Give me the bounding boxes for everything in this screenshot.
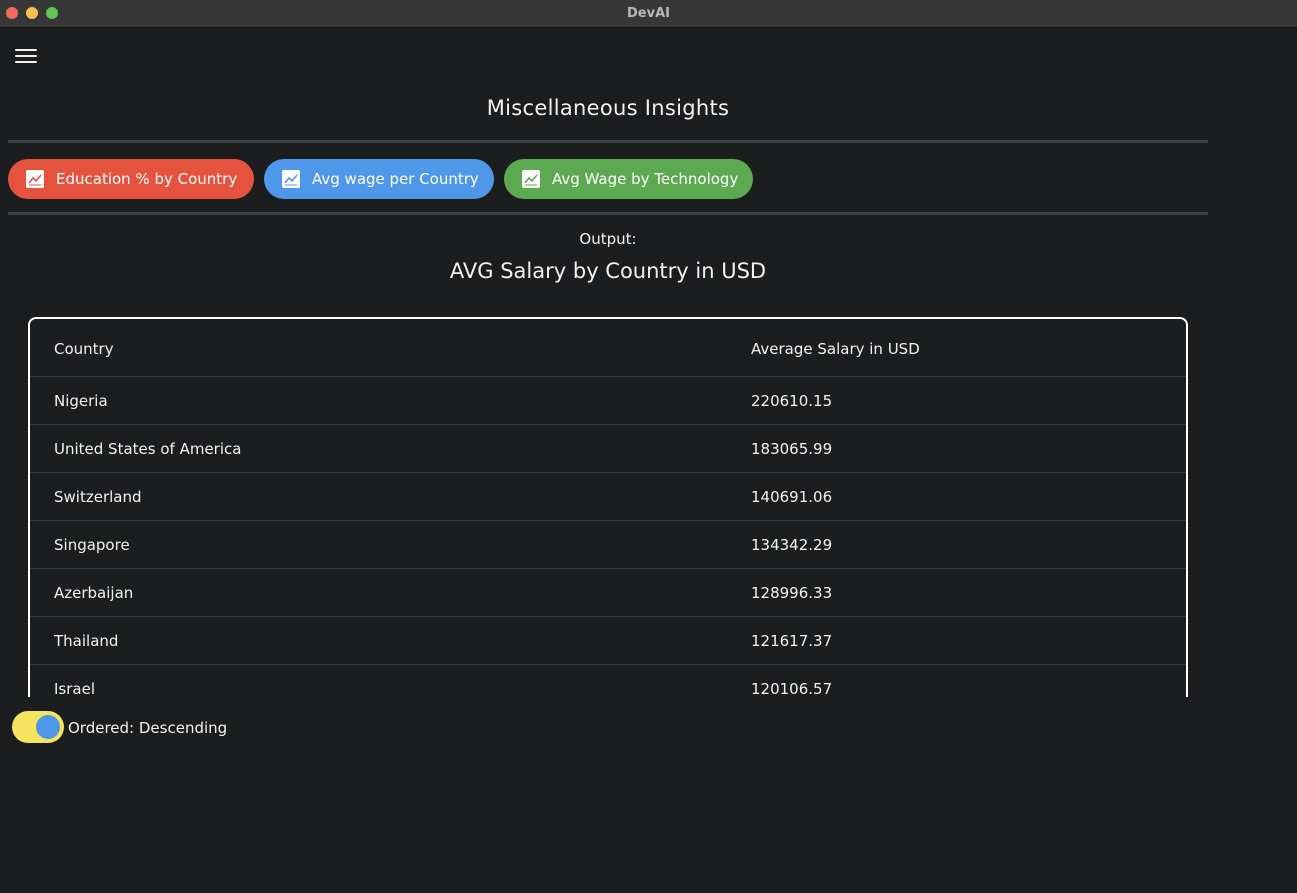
salary-cell: 183065.99 (751, 440, 833, 458)
divider (8, 212, 1208, 215)
order-toggle[interactable] (12, 711, 64, 743)
table-row[interactable]: Singapore 134342.29 (30, 521, 1186, 569)
salary-cell: 140691.06 (751, 488, 833, 506)
chart-icon (282, 170, 300, 188)
tab-label: Avg Wage by Technology (552, 170, 739, 188)
tab-avg-wage-by-technology[interactable]: Avg Wage by Technology (504, 159, 753, 199)
window-title: DevAI (627, 6, 670, 21)
hamburger-menu-icon[interactable] (14, 46, 38, 66)
order-toggle-label: Ordered: Descending (68, 719, 228, 737)
tab-label: Avg wage per Country (312, 170, 479, 188)
salary-cell: 120106.57 (751, 680, 833, 697)
divider (8, 140, 1208, 143)
table-header-row: Country Average Salary in USD (30, 319, 1186, 377)
page-title: Miscellaneous Insights (486, 96, 730, 120)
country-cell: Azerbaijan (54, 584, 134, 602)
salary-cell: 128996.33 (751, 584, 833, 602)
toggle-knob (36, 715, 60, 739)
table-row[interactable]: Nigeria 220610.15 (30, 377, 1186, 425)
chart-icon (26, 170, 44, 188)
country-cell: Switzerland (54, 488, 142, 506)
table-row[interactable]: Thailand 121617.37 (30, 617, 1186, 665)
output-label: Output: (579, 230, 637, 248)
chart-icon (522, 170, 540, 188)
country-cell: Singapore (54, 536, 130, 554)
country-cell: United States of America (54, 440, 242, 458)
salary-cell: 220610.15 (751, 392, 833, 410)
table-title: AVG Salary by Country in USD (449, 259, 767, 283)
country-cell: Nigeria (54, 392, 108, 410)
tab-label: Education % by Country (56, 170, 238, 188)
tab-avg-wage-per-country[interactable]: Avg wage per Country (264, 159, 494, 199)
window-titlebar: DevAI (0, 0, 1297, 28)
salary-cell: 121617.37 (751, 632, 833, 650)
tab-education-by-country[interactable]: Education % by Country (8, 159, 254, 199)
salary-cell: 134342.29 (751, 536, 833, 554)
table-row[interactable]: Israel 120106.57 (30, 665, 1186, 697)
table-row[interactable]: United States of America 183065.99 (30, 425, 1186, 473)
table-row[interactable]: Azerbaijan 128996.33 (30, 569, 1186, 617)
country-cell: Thailand (54, 632, 119, 650)
salary-table[interactable]: Country Average Salary in USD Nigeria 22… (28, 317, 1188, 697)
country-cell: Israel (54, 680, 95, 697)
table-row[interactable]: Switzerland 140691.06 (30, 473, 1186, 521)
column-header-country[interactable]: Country (54, 340, 114, 358)
column-header-average-salary[interactable]: Average Salary in USD (751, 340, 920, 358)
